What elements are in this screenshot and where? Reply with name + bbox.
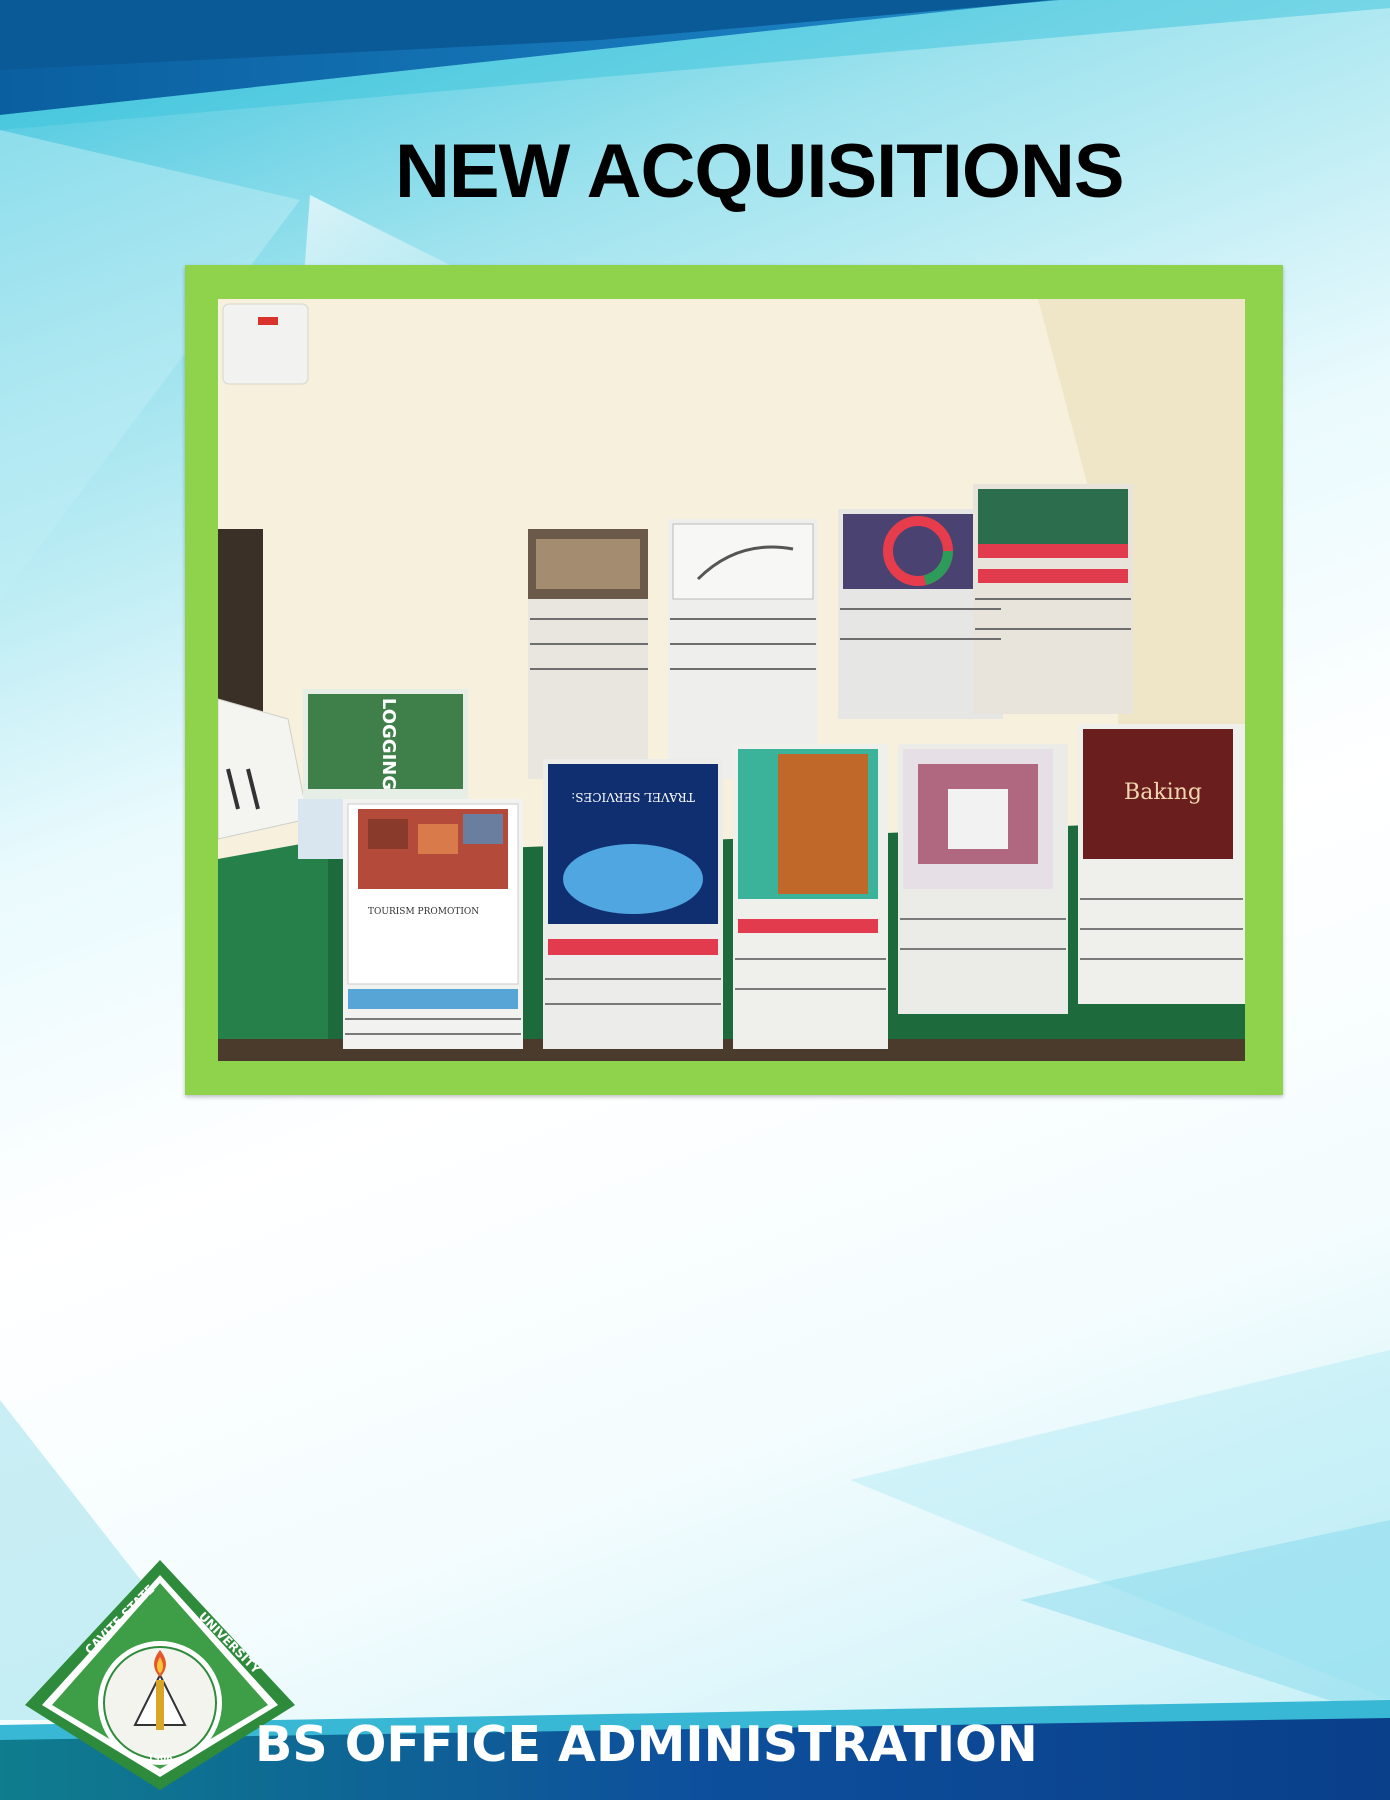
svg-text:TOURISM PROMOTION: TOURISM PROMOTION [368, 907, 479, 917]
svg-text:LOGGING: LOGGING [378, 698, 399, 790]
page-title: NEW ACQUISITIONS [395, 129, 1125, 214]
svg-text:Baking: Baking [1124, 780, 1202, 805]
footer-program-label: BS OFFICE ADMINISTRATION [255, 1716, 1038, 1773]
books-photo: LOGGING TOURISM PROMOTION TRAVEL SERVICE… [218, 299, 1245, 1061]
svg-text:TRAVEL SERVICES:: TRAVEL SERVICES: [571, 790, 695, 804]
photo-frame: LOGGING TOURISM PROMOTION TRAVEL SERVICE… [185, 265, 1283, 1095]
seal-year: 1906 [147, 1754, 172, 1764]
